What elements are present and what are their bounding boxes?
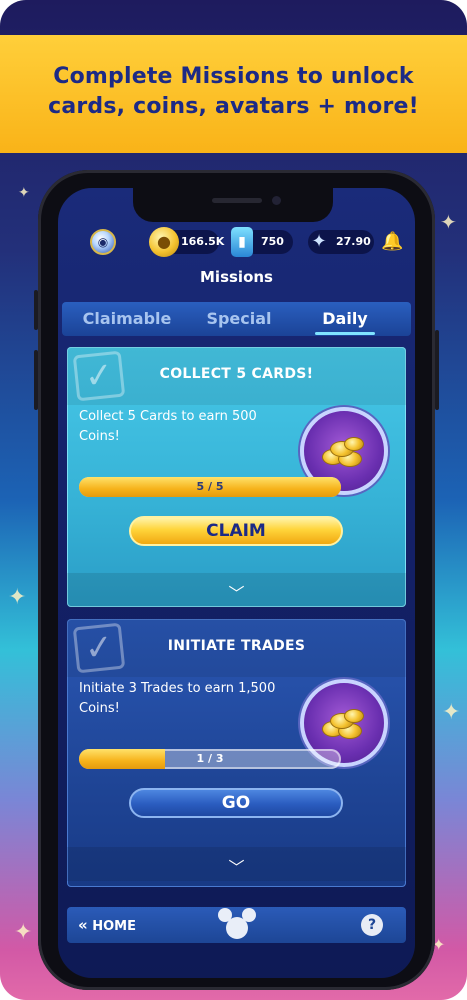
coin-pile-icon [320, 705, 370, 741]
mission-card-collect-cards: ✓ COLLECT 5 CARDS! Collect 5 Cards to ea… [67, 347, 406, 607]
profile-avatar[interactable]: ◉ [90, 229, 116, 255]
mission-title: INITIATE TRADES [167, 638, 306, 654]
mission-progress-bar: 5 / 5 [79, 477, 341, 497]
phone-side-button [34, 290, 38, 330]
phone-side-button [34, 350, 38, 410]
sparkle-decoration: ✦ [442, 700, 461, 725]
home-button[interactable]: « HOME [78, 914, 136, 936]
sparkle-decoration: ✦ [14, 920, 33, 945]
chevron-down-icon[interactable]: ﹀ [67, 580, 406, 604]
mission-description: Collect 5 Cards to earn 500 Coins! [79, 409, 257, 444]
sparkle-icon: ✦ [311, 231, 327, 252]
mission-progress-bar: 1 / 3 [79, 749, 341, 769]
cards-counter[interactable]: ▮ 750 [231, 227, 293, 257]
mickey-ears-icon[interactable] [216, 905, 256, 941]
phone-side-button [435, 330, 439, 410]
notification-bell-icon[interactable]: 🔔 [381, 231, 403, 253]
promo-banner-text: Complete Missions to unlock cards, coins… [0, 62, 467, 122]
sparkle-decoration: ✦ [8, 585, 27, 610]
help-button[interactable]: ? [361, 914, 383, 936]
coin-pile-icon [320, 433, 370, 469]
claim-button[interactable]: CLAIM [129, 516, 343, 546]
promo-line-2: cards, coins, avatars + more! [48, 94, 419, 119]
tab-special[interactable]: Special [191, 302, 287, 336]
stardust-value: 27.90 [336, 235, 371, 248]
tab-claimable[interactable]: Claimable [75, 302, 179, 336]
coins-counter[interactable]: ● 166.5K [149, 227, 224, 257]
active-tab-indicator [315, 332, 375, 335]
card-icon: ▮ [231, 227, 253, 257]
mission-description: Initiate 3 Trades to earn 1,500 Coins! [79, 681, 276, 716]
page-title: Missions [200, 268, 273, 286]
promo-line-1: Complete Missions to unlock [53, 64, 414, 89]
sparkle-decoration: ✦ [18, 185, 30, 201]
phone-camera [272, 196, 281, 205]
stardust-counter[interactable]: ✦ 27.90 [308, 230, 374, 254]
mission-card-initiate-trades: ✓ INITIATE TRADES Initiate 3 Trades to e… [67, 619, 406, 887]
phone-speaker [212, 198, 262, 203]
progress-text: 5 / 5 [196, 480, 224, 493]
go-button[interactable]: GO [129, 788, 343, 818]
home-label: HOME [92, 919, 136, 934]
mission-title: COLLECT 5 CARDS! [159, 366, 314, 382]
progress-text: 1 / 3 [196, 752, 224, 765]
tab-daily[interactable]: Daily [305, 302, 385, 336]
chevron-down-icon[interactable]: ﹀ [67, 854, 406, 878]
phone-notch [133, 188, 333, 222]
coins-value: 166.5K [181, 235, 225, 248]
coin-icon: ● [149, 227, 179, 257]
cards-value: 750 [261, 235, 284, 248]
double-chevron-left-icon: « [78, 916, 88, 934]
sparkle-decoration: ✦ [440, 210, 457, 234]
